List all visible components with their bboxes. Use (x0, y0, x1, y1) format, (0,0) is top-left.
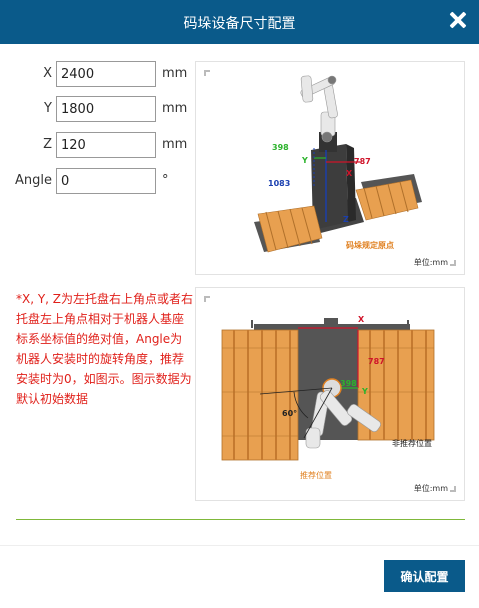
dialog-header: 码垛设备尺寸配置 (0, 0, 479, 44)
y-input[interactable] (56, 96, 156, 122)
unit-label: 单位:mm (413, 484, 448, 493)
dim-x-label: 787 (368, 357, 385, 366)
axis-y-label: Y (361, 387, 368, 396)
palletizer-top-view-diagram: X 787 398 Y 60° 非推荐位置 推荐位置 单位:mm (195, 287, 465, 501)
right-pallet (355, 174, 422, 221)
axis-y-label: Y (301, 156, 308, 165)
axis-x-label: X (358, 315, 365, 324)
section-divider (16, 519, 465, 520)
close-icon[interactable] (447, 9, 469, 31)
recommended-label: 推荐位置 (300, 470, 332, 480)
axis-z-label: Z (343, 215, 349, 224)
axis-x-label: X (346, 169, 353, 178)
palletizer-3d-diagram: 398 787 1083 Y X Z 码垛规定原点 单位:mm (195, 61, 465, 275)
angle-label: 60° (282, 409, 297, 418)
dim-y-label: 398 (272, 143, 289, 152)
left-pallet-top (221, 329, 299, 461)
angle-unit: ° (162, 173, 169, 188)
y-unit: mm (162, 101, 188, 116)
unit-label: 单位:mm (413, 258, 448, 267)
resize-corner-icon (450, 486, 456, 492)
instruction-note: *X, Y, Z为左托盘右上角点或者右托盘左上角点相对于机器人基座标系坐标值的绝… (16, 292, 194, 406)
z-input[interactable] (56, 132, 156, 158)
palletizer-3d-illustration: 398 787 1083 Y X Z 码垛规定原点 (254, 75, 422, 253)
palletizer-top-illustration: X 787 398 Y 60° 非推荐位置 推荐位置 (221, 315, 435, 480)
not-recommended-label: 非推荐位置 (392, 438, 432, 448)
z-label: Z (43, 137, 52, 152)
y-field-row: Y mm (0, 96, 200, 122)
left-pallet (254, 205, 323, 253)
x-field-row: X mm (0, 61, 200, 87)
dim-z-label: 1083 (268, 179, 290, 188)
z-unit: mm (162, 137, 188, 152)
confirm-button[interactable]: 确认配置 (384, 560, 465, 592)
x-unit: mm (162, 66, 188, 81)
x-input[interactable] (56, 61, 156, 87)
dialog-title: 码垛设备尺寸配置 (183, 16, 296, 32)
footer-divider (0, 545, 479, 546)
resize-corner-icon (450, 260, 456, 266)
x-label: X (43, 66, 52, 81)
angle-input[interactable] (56, 168, 156, 194)
dim-x-label: 787 (354, 157, 371, 166)
z-field-row: Z mm (0, 132, 200, 158)
dim-y-label: 398 (340, 379, 357, 388)
angle-field-row: Angle ° (0, 168, 200, 194)
robot-arm (300, 75, 338, 143)
angle-label: Angle (15, 173, 52, 188)
origin-label: 码垛规定原点 (346, 240, 394, 250)
y-label: Y (44, 101, 52, 116)
